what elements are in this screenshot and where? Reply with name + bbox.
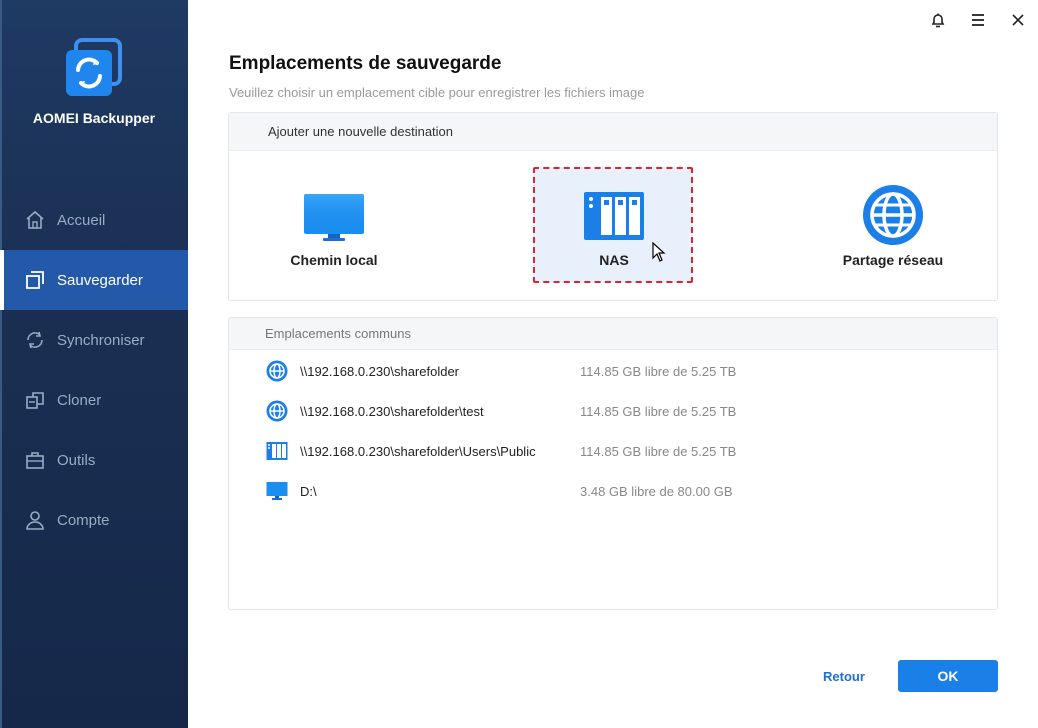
nas-option[interactable]: NAS xyxy=(534,168,694,282)
page-subtitle: Veuillez choisir un emplacement cible po… xyxy=(229,85,645,100)
location-path: \\192.168.0.230\sharefolder\Users\Public xyxy=(300,443,536,459)
aomei-logo-icon xyxy=(62,38,124,100)
account-icon xyxy=(24,509,46,531)
nas-label: NAS xyxy=(599,252,629,268)
title-bar xyxy=(918,0,1038,40)
location-size: 114.85 GB libre de 5.25 TB xyxy=(580,403,737,419)
globe-icon xyxy=(265,359,289,383)
sidebar-item-label: Compte xyxy=(57,511,110,529)
page-title: Emplacements de sauvegarde xyxy=(229,53,502,74)
globe-icon xyxy=(862,184,924,251)
location-path: D:\ xyxy=(300,483,317,499)
app-name: AOMEI Backupper xyxy=(32,110,156,126)
list-item[interactable]: \\192.168.0.230\sharefolder 114.85 GB li… xyxy=(265,359,985,383)
sidebar-item-label: Outils xyxy=(57,451,96,469)
sync-icon xyxy=(24,329,46,351)
backup-icon xyxy=(24,269,46,291)
location-path: \\192.168.0.230\sharefolder xyxy=(300,363,460,379)
monitor-icon xyxy=(265,479,289,503)
globe-icon xyxy=(265,399,289,423)
back-button[interactable]: Retour xyxy=(812,666,876,688)
location-path: \\192.168.0.230\sharefolder\test xyxy=(300,403,484,419)
sidebar-item-label: Accueil xyxy=(57,211,106,229)
sidebar-nav: Accueil Sauvegarder Synchroniser Cloner … xyxy=(0,190,188,550)
list-item[interactable]: D:\ 3.48 GB libre de 80.00 GB xyxy=(265,479,985,503)
sidebar-item-label: Cloner xyxy=(57,391,102,409)
location-size: 114.85 GB libre de 5.25 TB xyxy=(580,443,737,459)
sidebar-item-accueil[interactable]: Accueil xyxy=(0,190,188,250)
home-icon xyxy=(24,209,46,231)
bell-icon[interactable] xyxy=(918,0,958,40)
location-size: 114.85 GB libre de 5.25 TB xyxy=(580,363,737,379)
network-share-label: Partage réseau xyxy=(842,252,944,268)
sidebar-item-synchroniser[interactable]: Synchroniser xyxy=(0,310,188,370)
location-size: 3.48 GB libre de 80.00 GB xyxy=(580,483,733,499)
local-path-option[interactable]: Chemin local xyxy=(254,168,414,282)
monitor-icon xyxy=(303,192,365,249)
clone-icon xyxy=(24,389,46,411)
sidebar-item-cloner[interactable]: Cloner xyxy=(0,370,188,430)
mouse-cursor-icon xyxy=(652,241,666,267)
add-destination-panel: Ajouter une nouvelle destination Chemin … xyxy=(228,112,998,301)
list-item[interactable]: \\192.168.0.230\sharefolder\test 114.85 … xyxy=(265,399,985,423)
sidebar-item-compte[interactable]: Compte xyxy=(0,490,188,550)
nas-icon xyxy=(583,191,645,246)
tools-icon xyxy=(24,449,46,471)
list-item[interactable]: \\192.168.0.230\sharefolder\Users\Public… xyxy=(265,439,985,463)
common-locations-panel: Emplacements communs \\192.168.0.230\sha… xyxy=(228,317,998,610)
ok-button[interactable]: OK xyxy=(898,660,998,692)
local-path-label: Chemin local xyxy=(290,252,378,268)
close-icon[interactable] xyxy=(998,0,1038,40)
menu-icon[interactable] xyxy=(958,0,998,40)
network-share-option[interactable]: Partage réseau xyxy=(813,168,973,282)
sidebar: AOMEI Backupper Accueil Sauvegarder Sync… xyxy=(0,0,188,728)
sidebar-item-sauvegarder[interactable]: Sauvegarder xyxy=(0,250,188,310)
sidebar-item-outils[interactable]: Outils xyxy=(0,430,188,490)
nas-icon xyxy=(265,439,289,463)
common-locations-header: Emplacements communs xyxy=(229,318,997,350)
sidebar-item-label: Sauvegarder xyxy=(57,271,143,289)
add-destination-header: Ajouter une nouvelle destination xyxy=(229,113,997,151)
sidebar-item-label: Synchroniser xyxy=(57,331,145,349)
